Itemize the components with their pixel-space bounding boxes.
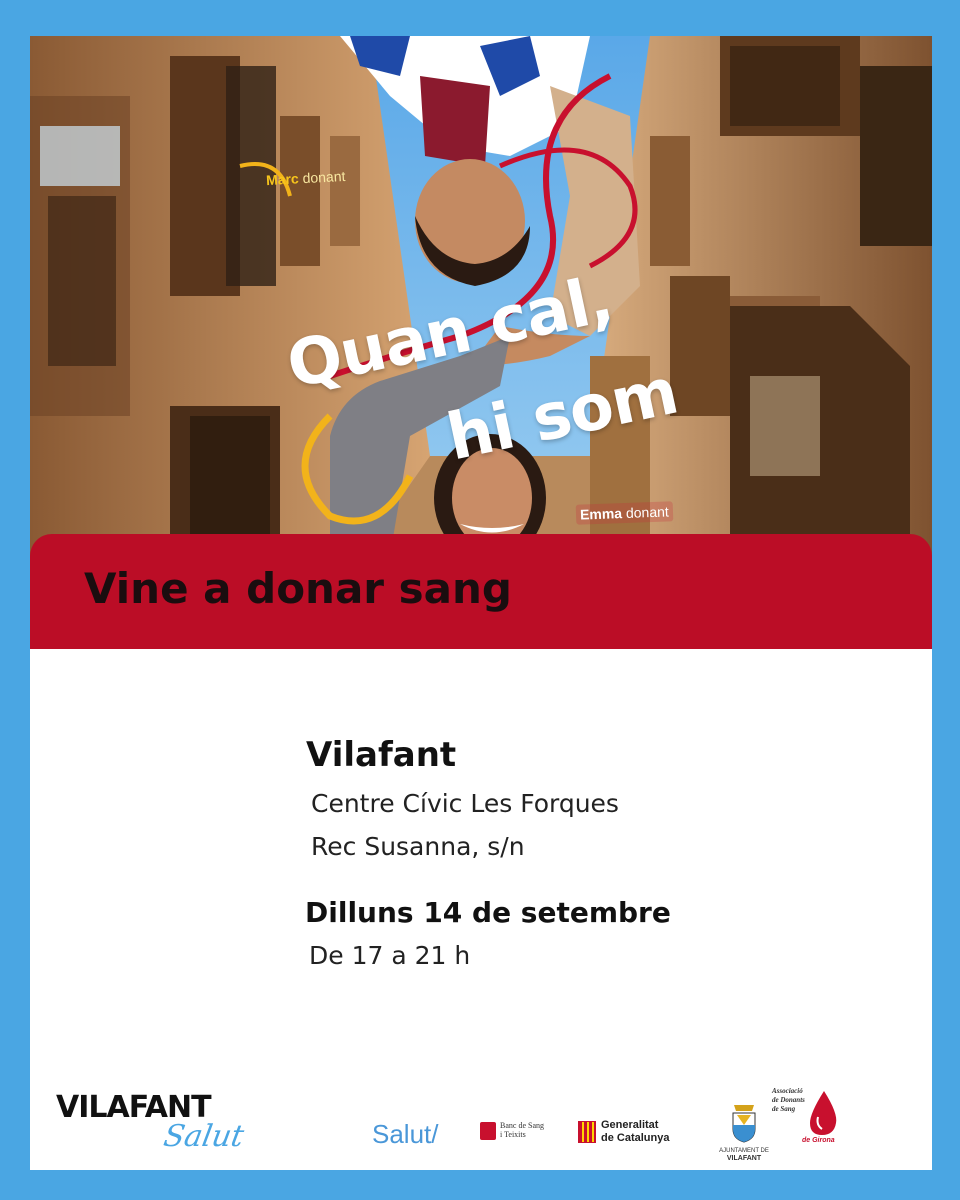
associacio-line-4: de Girona (802, 1137, 835, 1144)
sponsor-logos: VILAFANT Salut Salut/ Banc de Sang i Tei… (30, 1069, 932, 1170)
title-banner: Vine a donar sang (30, 534, 932, 649)
event-hours: De 17 a 21 h (309, 941, 471, 970)
salut-logo: Salut/ (372, 1119, 439, 1149)
generalitat-line-2: de Catalunya (601, 1131, 670, 1144)
tag-emma: Emma donant (575, 501, 674, 525)
vilafant-salut-logo: VILAFANT Salut (56, 1093, 247, 1155)
banner-title: Vine a donar sang (84, 564, 512, 613)
coat-of-arms-icon (732, 1105, 756, 1143)
hero-photo: Quan cal, hi som Marc donant Emma donant (30, 36, 932, 556)
banc-de-sang-icon (480, 1122, 496, 1140)
tag-emma-role: donant (625, 503, 670, 521)
generalitat-logo: Generalitat de Catalunya (578, 1119, 669, 1144)
banc-de-sang-logo: Banc de Sang i Teixits (480, 1121, 570, 1140)
event-venue: Centre Cívic Les Forques (311, 789, 619, 818)
associacio-donants-logo: Associació de Donants de Sang de Girona (772, 1087, 852, 1144)
poster-card: Quan cal, hi som Marc donant Emma donant… (30, 36, 932, 1170)
event-date: Dilluns 14 de setembre (305, 896, 671, 929)
tag-marc-name: Marc (265, 170, 300, 189)
senyera-icon (578, 1120, 596, 1143)
ajuntament-line-1: AJUNTAMENT DE (719, 1148, 769, 1154)
generalitat-line-1: Generalitat (601, 1119, 659, 1131)
event-town: Vilafant (306, 735, 457, 775)
ajuntament-line-2: VILAFANT (726, 1154, 762, 1162)
vilafant-logo-sub: Salut (160, 1119, 247, 1154)
tag-emma-name: Emma (579, 505, 623, 523)
event-address: Rec Susanna, s/n (311, 832, 525, 861)
event-info: Vilafant Centre Cívic Les Forques Rec Su… (30, 649, 932, 1069)
ajuntament-vilafant-logo: AJUNTAMENT DE VILAFANT (718, 1103, 770, 1162)
tag-marc-role: donant (302, 167, 346, 187)
blood-drop-icon (810, 1091, 837, 1135)
banc-line-2: i Teixits (500, 1130, 526, 1139)
